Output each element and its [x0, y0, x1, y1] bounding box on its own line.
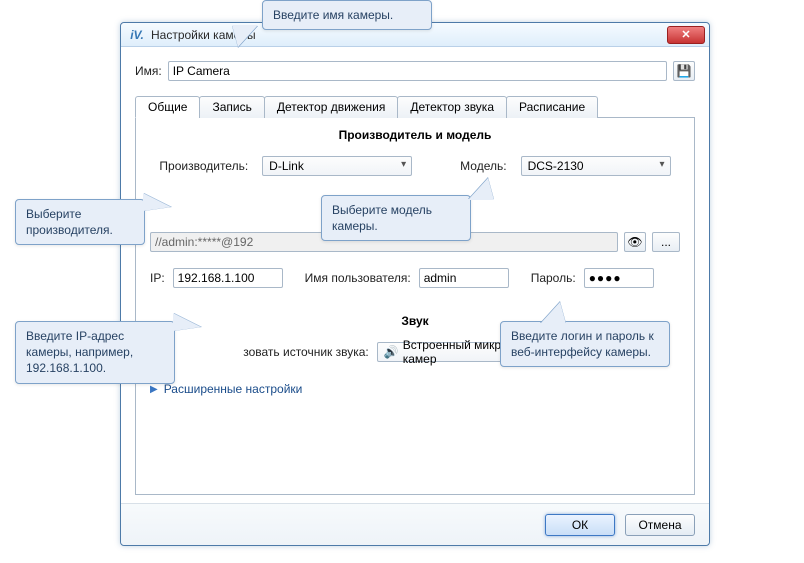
- tabstrip: Общие Запись Детектор движения Детектор …: [135, 95, 695, 118]
- dialog-body: Имя: 💾 Общие Запись Детектор движения Де…: [121, 47, 709, 503]
- ellipsis-icon: ...: [661, 235, 671, 249]
- save-icon: 💾: [677, 64, 692, 78]
- callout-ip-text: Введите IP-адрес камеры, например, 192.1…: [26, 329, 133, 375]
- callout-login-text: Введите логин и пароль к веб-интерфейсу …: [511, 329, 654, 359]
- name-picker-button[interactable]: 💾: [673, 61, 695, 81]
- model-combo[interactable]: DCS-2130: [521, 156, 671, 176]
- manufacturer-combo[interactable]: D-Link: [262, 156, 412, 176]
- app-icon: iV.: [129, 27, 145, 43]
- model-value: DCS-2130: [528, 159, 584, 173]
- name-label: Имя:: [135, 64, 162, 78]
- password-label: Пароль:: [531, 271, 576, 285]
- callout-manufacturer-tail: [143, 193, 171, 211]
- tab-schedule[interactable]: Расписание: [506, 96, 598, 118]
- manufacturer-model-heading: Производитель и модель: [150, 128, 680, 142]
- callout-ip-tail: [173, 313, 201, 331]
- callout-model-tail: [468, 178, 494, 200]
- show-url-button[interactable]: 👁: [624, 232, 646, 252]
- cancel-button[interactable]: Отмена: [625, 514, 695, 536]
- general-panel: Производитель и модель Производитель: D-…: [135, 118, 695, 495]
- callout-name-text: Введите имя камеры.: [273, 8, 393, 22]
- callout-login-tail: [540, 302, 566, 324]
- manufacturer-label: Производитель:: [159, 159, 248, 173]
- close-button[interactable]: ✕: [667, 26, 705, 44]
- tab-sound[interactable]: Детектор звука: [397, 96, 507, 118]
- callout-name: Введите имя камеры.: [262, 0, 432, 30]
- camera-settings-dialog: iV. Настройки камеры ✕ Имя: 💾 Общие Запи…: [120, 22, 710, 546]
- password-input[interactable]: [584, 268, 654, 288]
- advanced-settings-label: Расширенные настройки: [164, 382, 303, 396]
- ip-input[interactable]: [173, 268, 283, 288]
- advanced-settings-toggle[interactable]: ▶ Расширенные настройки: [150, 382, 680, 396]
- tab-motion[interactable]: Детектор движения: [264, 96, 398, 118]
- url-more-button[interactable]: ...: [652, 232, 680, 252]
- callout-manufacturer: Выберите производителя.: [15, 199, 145, 245]
- username-input[interactable]: [419, 268, 509, 288]
- callout-model-text: Выберите модель камеры.: [332, 203, 432, 233]
- username-label: Имя пользователя:: [305, 271, 411, 285]
- ip-label: IP:: [150, 271, 165, 285]
- credentials-row: IP: Имя пользователя: Пароль:: [150, 268, 680, 288]
- camera-name-input[interactable]: [168, 61, 667, 81]
- tab-general[interactable]: Общие: [135, 96, 200, 118]
- manufacturer-model-row: Производитель: D-Link Модель: DCS-2130: [150, 156, 680, 176]
- chevron-right-icon: ▶: [150, 384, 158, 395]
- callout-ip: Введите IP-адрес камеры, например, 192.1…: [15, 321, 175, 384]
- microphone-icon: 🔊: [384, 345, 399, 359]
- model-label: Модель:: [460, 159, 506, 173]
- ok-button[interactable]: ОК: [545, 514, 615, 536]
- callout-name-tail: [232, 25, 258, 47]
- callout-model: Выберите модель камеры.: [321, 195, 471, 241]
- tab-record[interactable]: Запись: [199, 96, 264, 118]
- eye-icon: 👁: [627, 235, 642, 249]
- close-icon: ✕: [681, 28, 690, 41]
- manufacturer-value: D-Link: [269, 159, 304, 173]
- name-row: Имя: 💾: [135, 61, 695, 81]
- callout-login: Введите логин и пароль к веб-интерфейсу …: [500, 321, 670, 367]
- sound-source-label: зовать источник звука:: [243, 345, 369, 359]
- dialog-footer: ОК Отмена: [121, 503, 709, 545]
- callout-manufacturer-text: Выберите производителя.: [26, 207, 113, 237]
